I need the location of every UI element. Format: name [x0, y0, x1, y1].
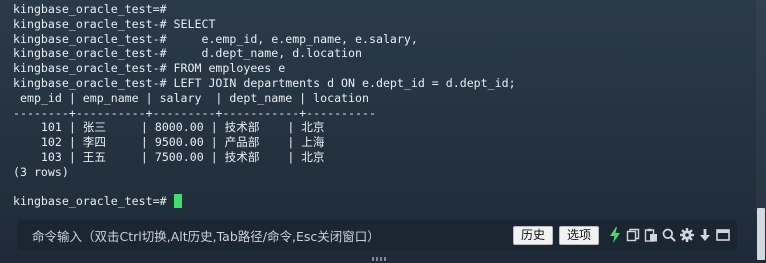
terminal-line: kingbase_oracle_test-# LEFT JOIN departm…: [13, 75, 516, 90]
terminal-line: kingbase_oracle_test=#: [13, 2, 167, 16]
terminal-line: kingbase_oracle_test-# SELECT: [13, 16, 216, 31]
result-row: 103 | 王五 | 7500.00 | 技术部 | 北京: [13, 149, 325, 164]
command-bar-tools: [605, 227, 731, 243]
lightning-icon[interactable]: [607, 227, 623, 243]
result-header: emp_id | emp_name | salary | dept_name |…: [13, 90, 369, 105]
scrollbar-track[interactable]: [756, 0, 766, 215]
terminal-line: kingbase_oracle_test-# e.emp_id, e.emp_n…: [13, 31, 418, 46]
scrollbar-thumb[interactable]: [757, 208, 765, 260]
resize-grip[interactable]: [372, 257, 386, 261]
result-row: 102 | 李四 | 9500.00 | 产品部 | 上海: [13, 135, 325, 150]
terminal-line: kingbase_oracle_test-# d.dept_name, d.lo…: [13, 46, 363, 61]
options-button[interactable]: 选项: [558, 225, 599, 245]
gear-icon[interactable]: [679, 227, 695, 243]
cursor: [173, 194, 182, 209]
terminal-output[interactable]: kingbase_oracle_test=# kingbase_oracle_t…: [0, 0, 756, 220]
search-icon[interactable]: [661, 227, 677, 243]
command-input-hint[interactable]: 命令输入（双击Ctrl切换,Alt历史,Tab路径/命令,Esc关闭窗口）: [32, 226, 513, 245]
prompt-text: kingbase_oracle_test=#: [13, 194, 174, 209]
row-count: (3 rows): [13, 164, 69, 179]
history-button[interactable]: 历史: [512, 225, 553, 245]
copy-icon[interactable]: [625, 227, 641, 243]
current-prompt-line[interactable]: kingbase_oracle_test=#: [13, 194, 756, 209]
arrow-down-icon[interactable]: [697, 227, 713, 243]
command-input-bar[interactable]: 命令输入（双击Ctrl切换,Alt历史,Tab路径/命令,Esc关闭窗口） 历史…: [17, 220, 737, 250]
result-separator: --------+----------+---------+----------…: [13, 105, 376, 120]
window-icon[interactable]: [715, 227, 731, 243]
result-row: 101 | 张三 | 8000.00 | 技术部 | 北京: [13, 120, 325, 135]
paste-icon[interactable]: [643, 227, 659, 243]
terminal-line: kingbase_oracle_test-# FROM employees e: [13, 61, 286, 76]
